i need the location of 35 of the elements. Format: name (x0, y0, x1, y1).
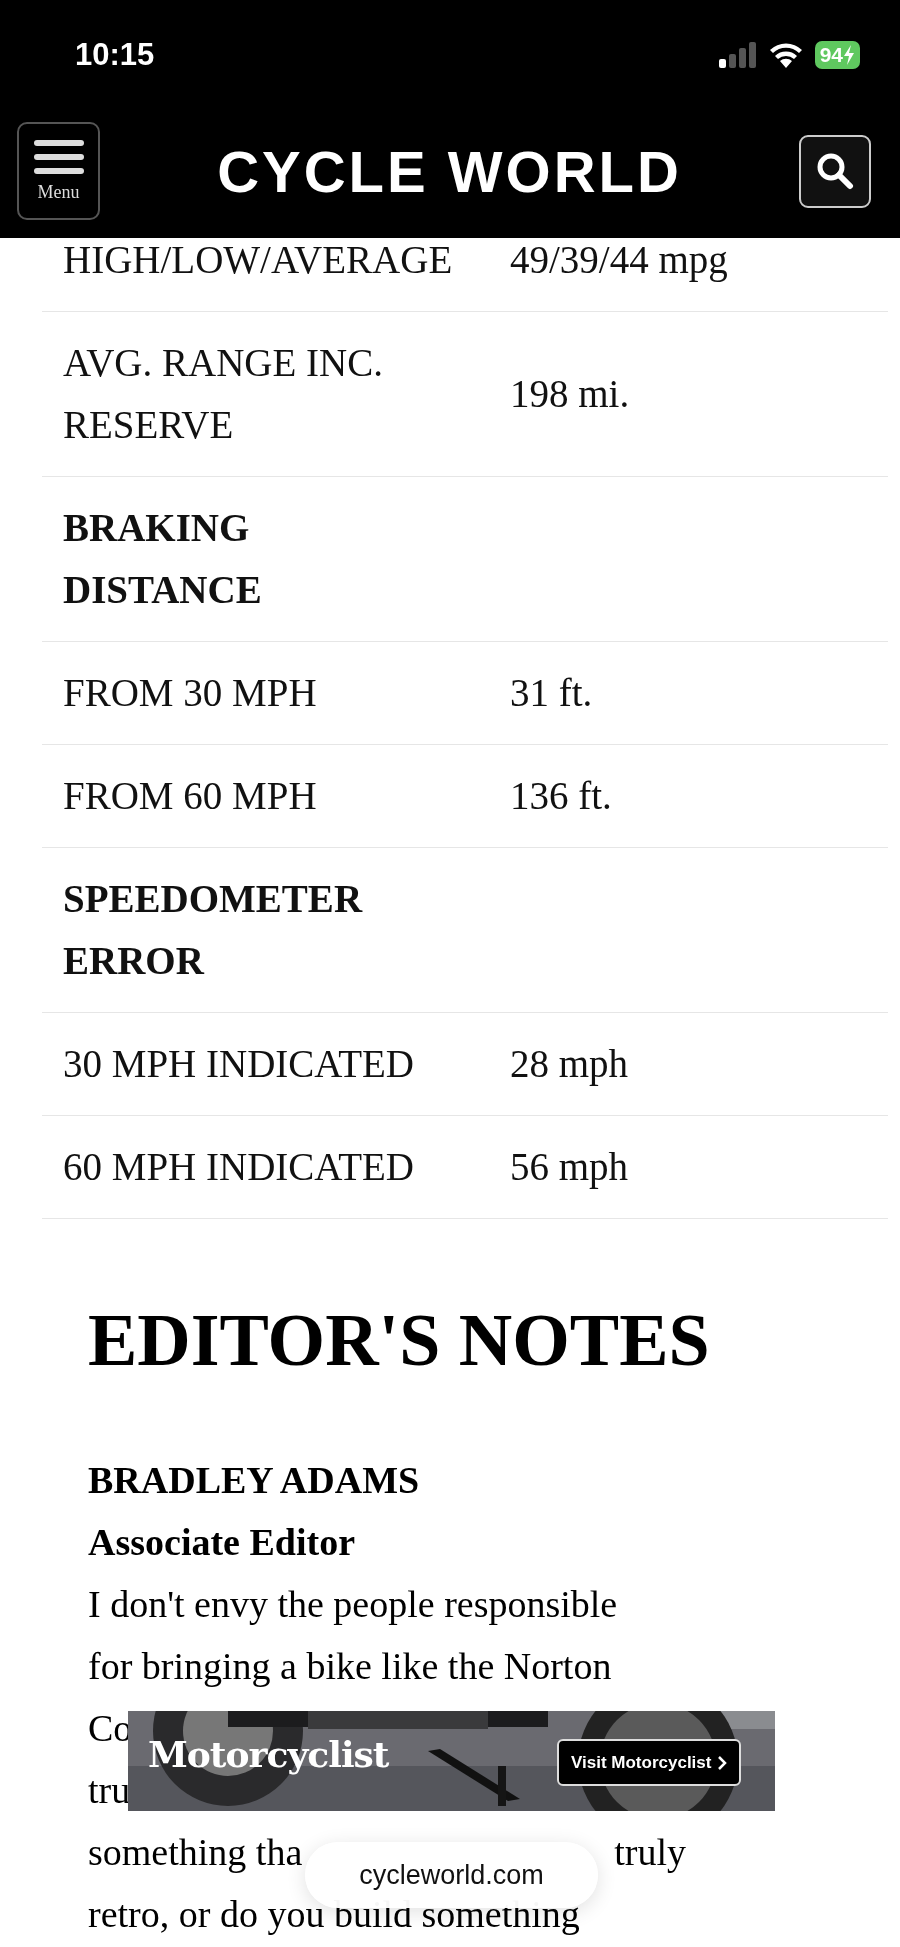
body-text: tru (88, 1768, 131, 1813)
signal-icon (718, 42, 757, 68)
spec-value: 28 mph (510, 1042, 629, 1085)
url-bar[interactable]: cycleworld.com (305, 1842, 598, 1908)
search-button[interactable] (799, 134, 871, 208)
wifi-icon (768, 42, 803, 68)
body-text: I don't envy the people responsible (88, 1582, 618, 1627)
body-text: truly (614, 1830, 686, 1875)
spec-label: FROM 60 MPH (63, 774, 317, 817)
spec-value: 56 mph (510, 1145, 629, 1188)
menu-icon (33, 139, 84, 174)
spec-label: AVG. RANGE INC. RESERVE (63, 341, 383, 446)
battery-indicator: 94 (814, 41, 860, 69)
menu-button[interactable]: Menu (17, 122, 100, 220)
ad-logo: Motorcyclist (148, 1733, 389, 1775)
body-text: for bringing a bike like the Norton (88, 1644, 612, 1689)
section-heading: BRAKING DISTANCE (63, 505, 263, 613)
spec-label: 60 MPH INDICATED (63, 1145, 414, 1188)
spec-label: FROM 30 MPH (63, 671, 317, 714)
site-logo[interactable]: CYCLE WORLD (217, 138, 682, 204)
spec-value: 31 ft. (510, 671, 593, 714)
chevron-icon (717, 1754, 728, 1771)
visit-button[interactable]: Visit Motorcyclist (557, 1739, 742, 1786)
spec-value: 49/39/44 mpg (510, 238, 728, 281)
search-icon (816, 152, 854, 190)
section-heading: SPEEDOMETER ERROR (63, 876, 363, 984)
spec-label: 30 MPH INDICATED (63, 1042, 414, 1085)
section-heading: EDITOR'S NOTES (88, 1298, 711, 1383)
author-role: Associate Editor (88, 1520, 357, 1565)
spec-value: 198 mi. (510, 372, 630, 415)
body-text: something tha (88, 1830, 303, 1875)
spec-label: HIGH/LOW/AVERAGE (63, 238, 453, 281)
spec-value: 136 ft. (510, 774, 612, 817)
clock-time: 10:15 (75, 37, 155, 73)
author-name: BRADLEY ADAMS (88, 1458, 421, 1503)
